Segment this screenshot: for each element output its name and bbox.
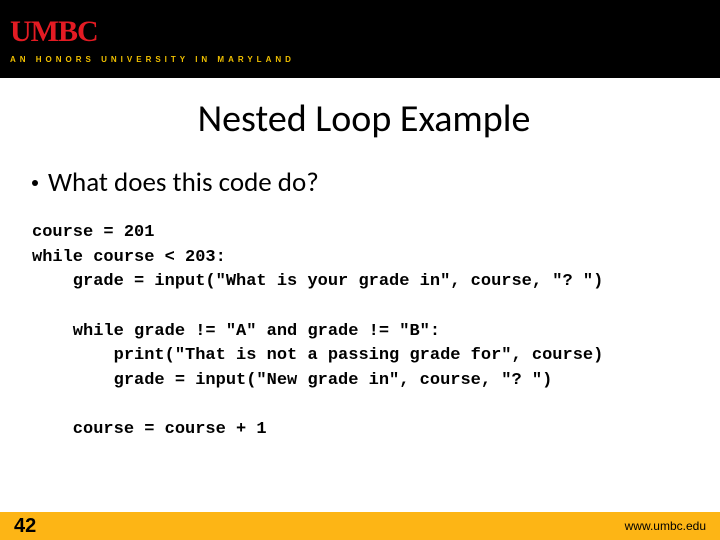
header-bar: UMBC AN HONORS UNIVERSITY IN MARYLAND — [0, 0, 720, 78]
logo-tagline: AN HONORS UNIVERSITY IN MARYLAND — [10, 55, 720, 64]
slide-number: 42 — [14, 515, 36, 538]
footer-bar: 42 www.umbc.edu — [0, 512, 720, 540]
slide-body: Nested Loop Example What does this code … — [0, 78, 720, 540]
bullet-item: What does this code do? — [28, 166, 700, 199]
slide-title: Nested Loop Example — [28, 96, 700, 142]
bullet-text: What does this code do? — [48, 166, 319, 199]
logo-row: UMBC — [10, 15, 720, 49]
logo-text: UMBC — [10, 15, 98, 49]
code-block: course = 201 while course < 203: grade =… — [32, 221, 700, 443]
slide: UMBC AN HONORS UNIVERSITY IN MARYLAND Ne… — [0, 0, 720, 540]
footer-url: www.umbc.edu — [625, 519, 706, 533]
bullet-dot-icon — [32, 180, 38, 186]
